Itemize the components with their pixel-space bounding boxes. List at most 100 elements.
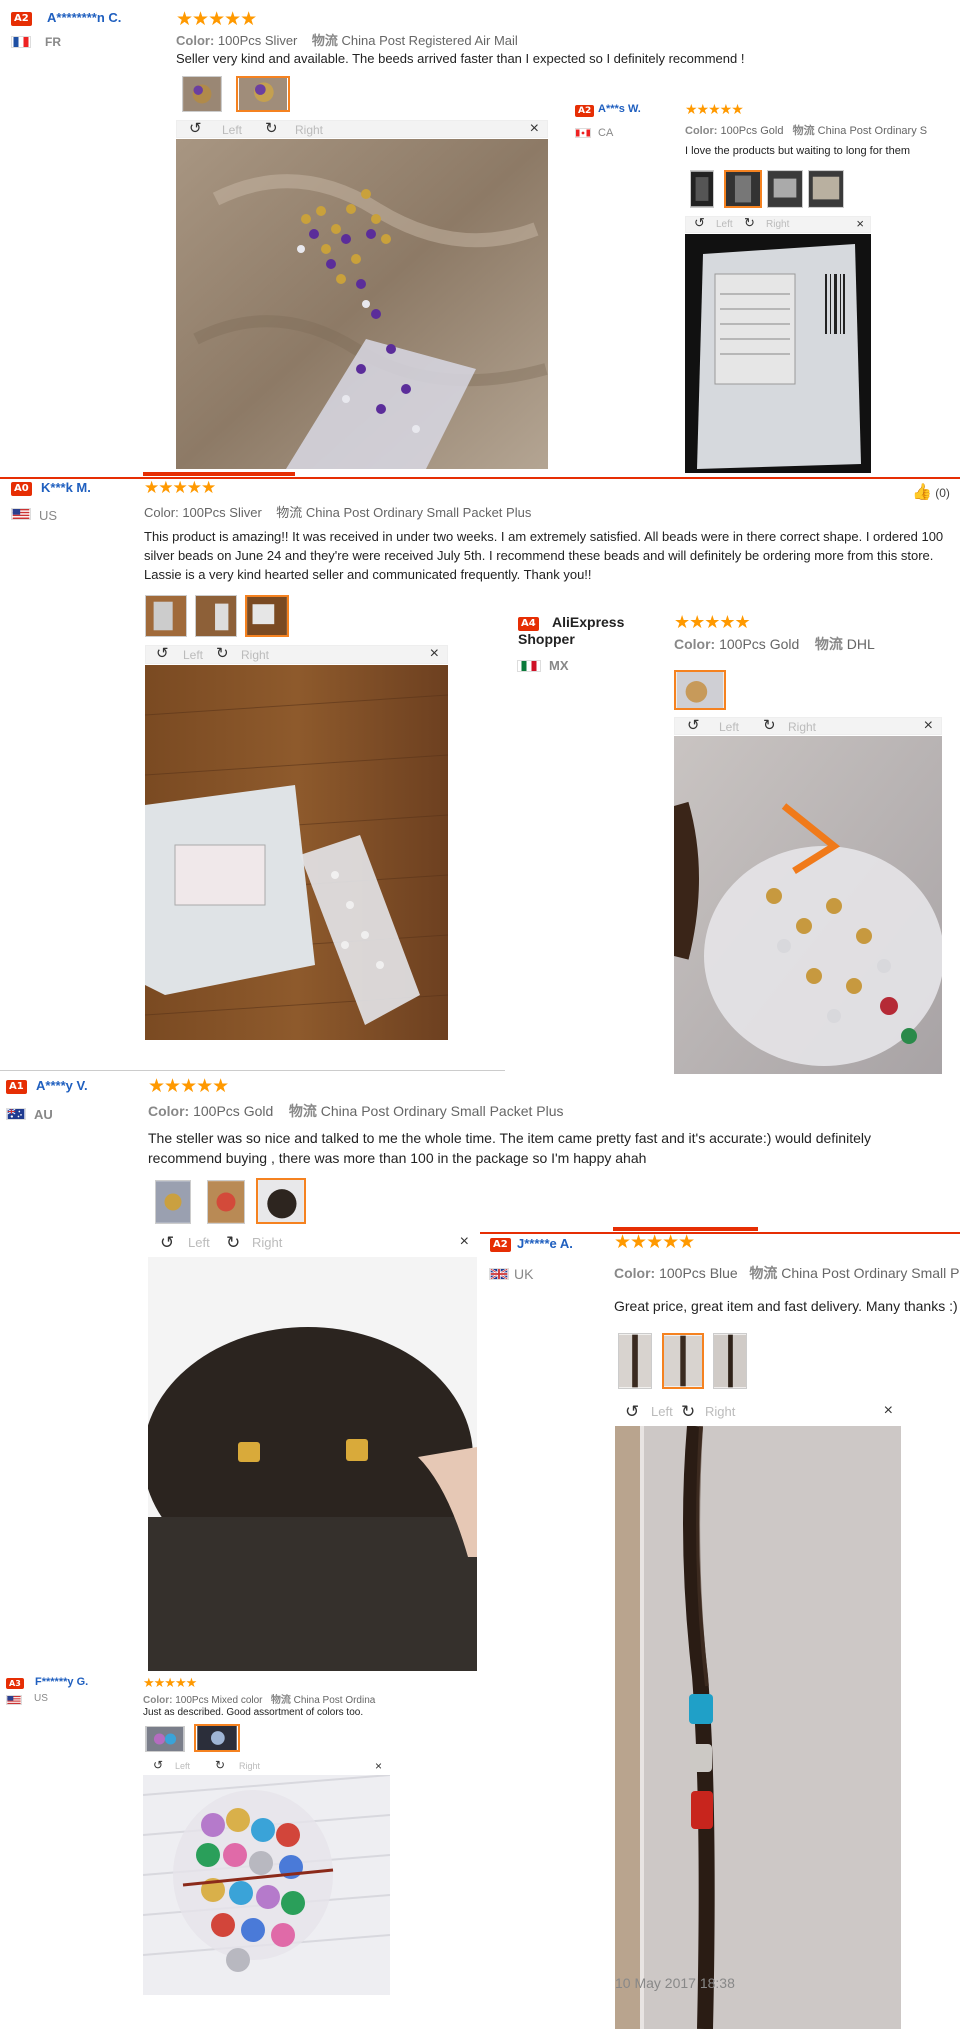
rotate-left-icon[interactable]: ↺: [156, 644, 169, 662]
rating-stars: ★★★★★: [614, 1232, 695, 1253]
close-icon[interactable]: ×: [430, 645, 439, 663]
rotate-left-label[interactable]: Left: [222, 123, 242, 137]
level-badge: A1: [6, 1080, 27, 1094]
order-info: Color: 100Pcs Gold 物流 DHL: [674, 636, 875, 652]
image-viewer: ↺ Left ↻ Right ×: [674, 717, 942, 1074]
viewer-toolbar: ↺ Left ↻ Right ×: [615, 1402, 901, 1424]
rotate-right-label[interactable]: Right: [239, 1761, 260, 1771]
rotate-right-label[interactable]: Right: [788, 720, 816, 734]
flag-icon: [6, 1695, 22, 1705]
image-viewer: ↺ Left ↻ Right ×: [145, 645, 448, 1040]
thumbnail-selected[interactable]: [724, 170, 762, 208]
rotate-right-icon[interactable]: ↻: [226, 1233, 240, 1253]
rotate-right-label[interactable]: Right: [295, 123, 323, 137]
reviewer-name[interactable]: A********n C.: [47, 10, 121, 25]
order-info: Color: 100Pcs Mixed color 物流 China Post …: [143, 1695, 376, 1706]
rotate-right-icon[interactable]: ↻: [216, 644, 229, 662]
rotate-left-icon[interactable]: ↺: [160, 1233, 174, 1253]
close-icon[interactable]: ×: [856, 216, 864, 231]
flag-icon: [6, 1108, 26, 1120]
rotate-right-icon[interactable]: ↻: [763, 716, 776, 734]
rotate-right-label[interactable]: Right: [766, 219, 789, 230]
close-icon[interactable]: ×: [924, 717, 933, 735]
rotate-left-icon[interactable]: ↺: [687, 716, 700, 734]
reviewer-name[interactable]: A***s W.: [598, 103, 641, 115]
reviewer-name[interactable]: A****y V.: [36, 1078, 88, 1093]
thumbnail[interactable]: [155, 1180, 191, 1224]
review-3: A1 A****y V. AU ★★★★★ Color: 100Pcs Gold…: [0, 1075, 960, 2029]
rotate-right-label[interactable]: Right: [241, 648, 269, 662]
review-photo: [674, 736, 942, 1074]
rotate-left-label[interactable]: Left: [719, 720, 739, 734]
review-date: 10 May 2017 18:38: [615, 1975, 735, 1991]
thumbnail[interactable]: [713, 1333, 747, 1389]
close-icon[interactable]: ×: [884, 1402, 893, 1420]
reviewer-name[interactable]: J*****e A.: [517, 1236, 573, 1251]
image-viewer: ↺ Left ↻ Right ×: [685, 215, 871, 473]
section-divider: [143, 472, 295, 476]
review-photo: [176, 139, 548, 469]
rotate-left-label[interactable]: Left: [183, 648, 203, 662]
thumbnail[interactable]: [195, 595, 237, 637]
rotate-right-icon[interactable]: ↻: [681, 1402, 695, 1422]
rotate-left-label[interactable]: Left: [651, 1404, 673, 1419]
like-icon: 👍: [912, 484, 932, 501]
level-badge: A2: [11, 12, 32, 26]
review-1: A2 A********n C. FR ★★★★★ Color: 100Pcs …: [0, 0, 960, 473]
thumbnail-selected[interactable]: [256, 1178, 306, 1224]
country-code: AU: [34, 1107, 53, 1122]
country-code: CA: [598, 127, 614, 139]
country-code: MX: [549, 658, 569, 673]
reviewer-name[interactable]: F******y G.: [35, 1676, 88, 1688]
viewer-toolbar: ↺ Left ↻ Right ×: [148, 1233, 477, 1255]
rotate-left-icon[interactable]: ↺: [694, 215, 705, 231]
review-text: I love the products but waiting to long …: [685, 145, 911, 157]
review-text: Great price, great item and fast deliver…: [614, 1298, 958, 1314]
thumbnail[interactable]: [690, 170, 714, 208]
rotate-left-label[interactable]: Left: [716, 219, 733, 230]
rotate-left-icon[interactable]: ↺: [625, 1402, 639, 1422]
viewer-toolbar: ↺ Left ↻ Right ×: [143, 1758, 390, 1774]
level-badge: A3: [6, 1678, 24, 1689]
section-divider: [480, 1232, 960, 1234]
thumbnail[interactable]: [207, 1180, 245, 1224]
close-icon[interactable]: ×: [530, 120, 539, 138]
rotate-right-label[interactable]: Right: [705, 1404, 735, 1419]
thumbnail[interactable]: [618, 1333, 652, 1389]
flag-icon: [575, 128, 591, 138]
rotate-left-icon[interactable]: ↺: [189, 119, 202, 137]
thumbnail-selected[interactable]: [245, 595, 289, 637]
country-code: US: [39, 508, 58, 523]
section-divider: [0, 1070, 505, 1071]
reviewer-name[interactable]: K***k M.: [41, 480, 91, 495]
review-photo: [685, 234, 871, 473]
viewer-toolbar: ↺ Left ↻ Right ×: [176, 120, 548, 138]
rotate-right-label[interactable]: Right: [252, 1235, 282, 1250]
review-text: Just as described. Good assortment of co…: [143, 1707, 364, 1718]
thumbnail[interactable]: [145, 595, 187, 637]
review-text: This product is amazing!! It was receive…: [144, 529, 944, 582]
close-icon[interactable]: ×: [460, 1233, 469, 1251]
thumbnail-selected[interactable]: [194, 1724, 240, 1752]
thumbnail-selected[interactable]: [662, 1333, 704, 1389]
thumbnail-selected[interactable]: [674, 670, 726, 710]
review-photo: [145, 665, 448, 1040]
like-button[interactable]: 👍 (0): [912, 482, 950, 502]
thumbnail-selected[interactable]: [236, 76, 290, 112]
close-icon[interactable]: ×: [375, 1759, 382, 1773]
thumbnail[interactable]: [182, 76, 222, 112]
rotate-right-icon[interactable]: ↻: [215, 1758, 225, 1772]
rotate-right-icon[interactable]: ↻: [265, 119, 278, 137]
rotate-left-icon[interactable]: ↺: [153, 1758, 163, 1772]
rotate-left-label[interactable]: Left: [175, 1761, 190, 1771]
rating-stars: ★★★★★: [144, 478, 216, 497]
flag-icon: [517, 660, 541, 672]
thumbnail[interactable]: [808, 170, 844, 208]
flag-icon: [489, 1268, 509, 1280]
thumbnail[interactable]: [767, 170, 803, 208]
reviewer-name[interactable]: AliExpress Shopper: [518, 614, 648, 648]
order-info: Color: 100Pcs Gold 物流 China Post Ordinar…: [685, 125, 928, 137]
thumbnail[interactable]: [145, 1726, 185, 1752]
rotate-left-label[interactable]: Left: [188, 1235, 210, 1250]
rotate-right-icon[interactable]: ↻: [744, 215, 755, 231]
